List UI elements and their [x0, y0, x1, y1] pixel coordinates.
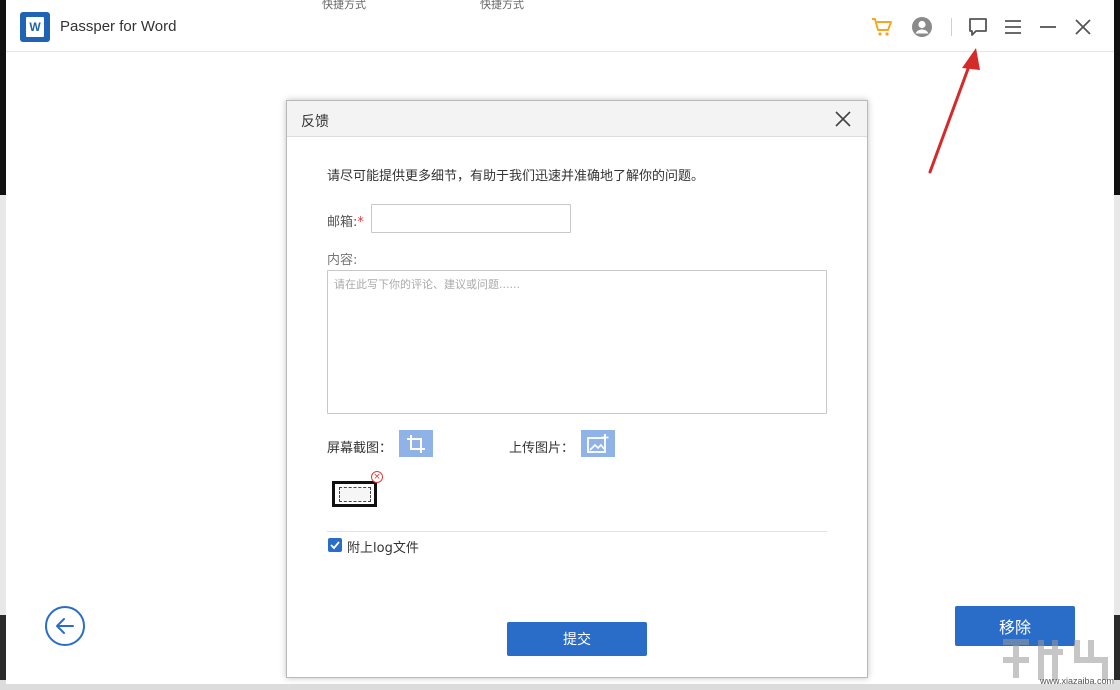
cart-icon[interactable]	[869, 14, 895, 40]
annotation-arrow-icon	[928, 48, 980, 174]
content-textarea[interactable]	[327, 270, 827, 414]
desktop-window-edge-right	[1114, 195, 1120, 615]
dialog-intro-text: 请尽可能提供更多细节，有助于我们迅速并准确地了解你的问题。	[327, 169, 705, 184]
dialog-header: 反馈	[287, 101, 867, 137]
crop-icon	[407, 434, 425, 453]
upload-image-button[interactable]	[581, 430, 615, 457]
attach-log-checkbox[interactable]	[328, 538, 342, 552]
feedback-dialog: 反馈 请尽可能提供更多细节，有助于我们迅速并准确地了解你的问题。 邮箱:* 内容…	[286, 100, 868, 678]
close-icon[interactable]	[1070, 14, 1096, 40]
watermark-url: www.xiazaiba.com	[1040, 676, 1115, 686]
feedback-icon[interactable]	[965, 14, 991, 40]
upload-image-label: 上传图片：	[509, 441, 575, 456]
menu-icon[interactable]	[1000, 14, 1026, 40]
account-icon[interactable]	[909, 14, 935, 40]
submit-button[interactable]: 提交	[507, 622, 647, 656]
app-title: Passper for Word	[60, 18, 177, 35]
check-icon	[330, 541, 340, 550]
content-label: 内容:	[327, 253, 358, 268]
dialog-close-icon[interactable]	[833, 109, 853, 129]
remove-thumbnail-icon[interactable]: ×	[371, 471, 383, 483]
app-logo-icon: W	[20, 12, 50, 42]
behind-window-title: 快捷方式	[480, 0, 524, 11]
email-label-text: 邮箱:	[327, 215, 358, 230]
toolbar-separator	[951, 18, 952, 36]
minimize-icon[interactable]	[1035, 14, 1061, 40]
dialog-title: 反馈	[301, 114, 329, 130]
required-mark: *	[357, 215, 364, 230]
screenshot-button[interactable]	[399, 430, 433, 457]
divider	[327, 531, 827, 532]
thumbnail-preview	[339, 487, 371, 502]
screenshot-thumbnail[interactable]	[332, 481, 377, 507]
behind-window-title: 快捷方式	[322, 0, 366, 11]
attach-log-label: 附上log文件	[347, 541, 419, 556]
screenshot-label: 屏幕截图：	[327, 441, 393, 456]
email-label: 邮箱:*	[327, 211, 364, 230]
arrow-left-icon	[56, 618, 74, 634]
email-field[interactable]	[371, 204, 571, 233]
back-button[interactable]	[45, 606, 85, 646]
app-logo-letter: W	[26, 17, 44, 37]
image-add-icon	[587, 433, 609, 453]
